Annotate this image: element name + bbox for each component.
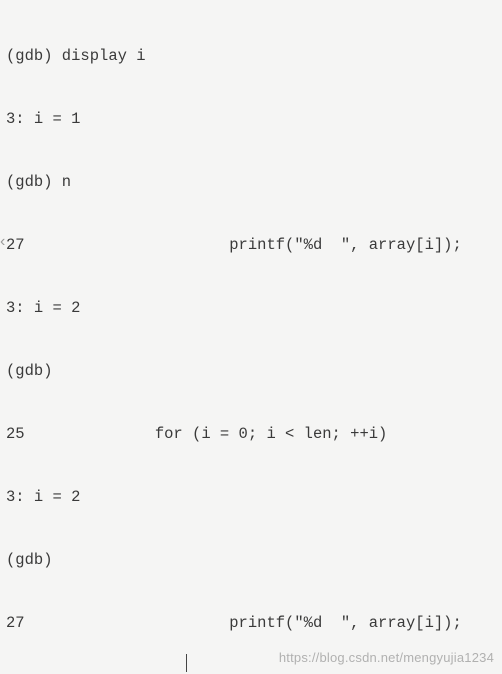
- text-cursor-icon: [186, 654, 187, 672]
- terminal-line: 27 printf("%d ", array[i]);: [6, 235, 496, 256]
- terminal-line: (gdb): [6, 550, 496, 571]
- csdn-watermark: https://blog.csdn.net/mengyujia1234: [279, 647, 494, 668]
- terminal-line: 27 printf("%d ", array[i]);: [6, 613, 496, 634]
- back-arrow-icon: ‹: [0, 231, 5, 252]
- terminal-line: (gdb) n: [6, 172, 496, 193]
- terminal-line: 3: i = 2: [6, 487, 496, 508]
- terminal-line: 3: i = 1: [6, 109, 496, 130]
- gdb-terminal-output: (gdb) display i 3: i = 1 (gdb) n 27 prin…: [0, 0, 502, 674]
- terminal-line: (gdb) display i: [6, 46, 496, 67]
- terminal-line: (gdb): [6, 361, 496, 382]
- terminal-line: 25 for (i = 0; i < len; ++i): [6, 424, 496, 445]
- terminal-line: 3: i = 2: [6, 298, 496, 319]
